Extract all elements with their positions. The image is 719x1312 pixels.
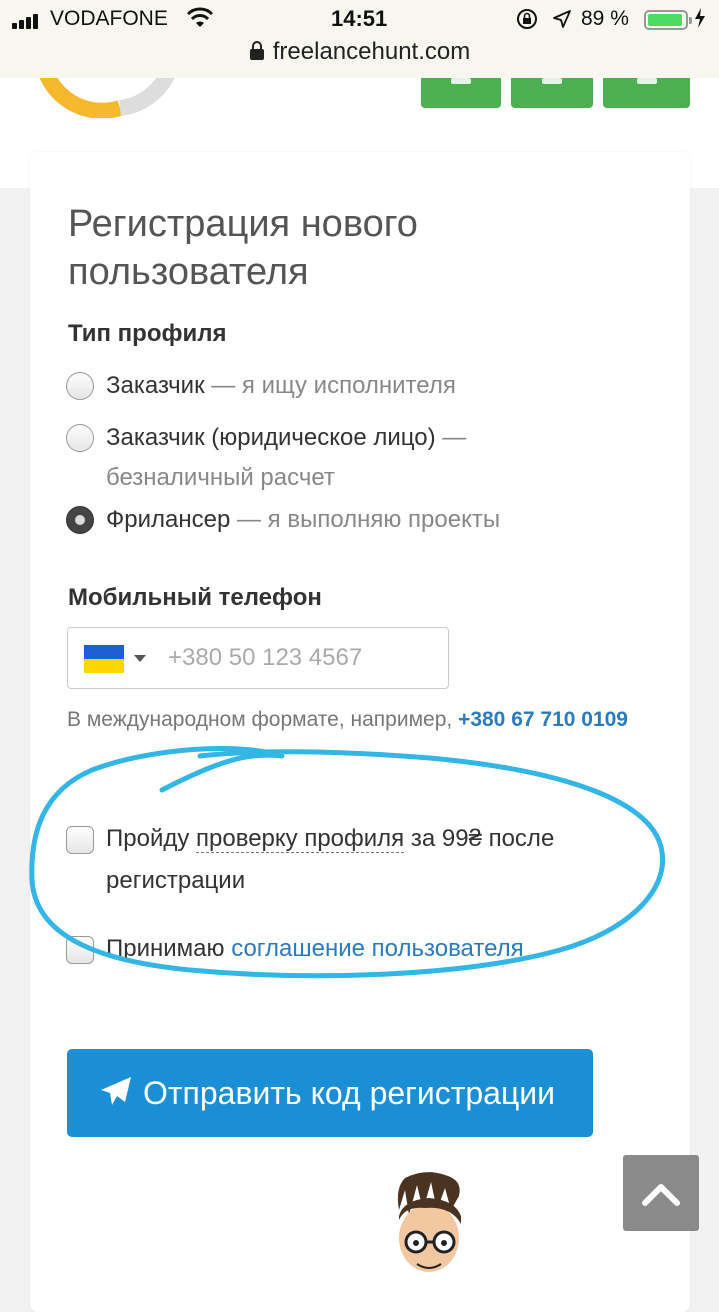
- user-agreement-link[interactable]: соглашение пользователя: [231, 935, 523, 962]
- radio-option-client-company[interactable]: Заказчик (юридическое лицо) — безналичны…: [66, 418, 626, 498]
- phone-label: Мобильный телефон: [68, 584, 322, 611]
- url-text: freelancehunt.com: [272, 38, 471, 65]
- registration-card: Регистрация нового пользователя Тип проф…: [30, 152, 690, 1312]
- send-code-label: Отправить код регистрации: [143, 1075, 556, 1111]
- clock: 14:51: [331, 6, 388, 31]
- radio-button[interactable]: [66, 424, 94, 452]
- chevron-up-icon: [642, 1184, 680, 1206]
- phone-field[interactable]: +380 50 123 4567: [67, 627, 449, 689]
- option-name: Заказчик (юридическое лицо): [106, 424, 436, 451]
- verify-pre: Пройду: [106, 825, 190, 852]
- address-bar[interactable]: freelancehunt.com: [0, 38, 719, 66]
- battery-percent: 89 %: [581, 7, 629, 30]
- phone-hint: В международном формате, например, +380 …: [67, 704, 667, 736]
- page-title: Регистрация нового пользователя: [68, 203, 418, 293]
- verify-profile-checkbox-row[interactable]: Пройду проверку профиля за 99₴ после рег…: [66, 818, 646, 908]
- option-desc: — я ищу исполнителя: [211, 372, 456, 399]
- option-desc: — я выполняю проекты: [236, 506, 501, 533]
- verify-profile-link[interactable]: проверку профиля: [196, 825, 405, 853]
- lock-icon: [249, 41, 264, 60]
- ios-status-bar: VODAFONE 14:51 89 % freelancehunt.com: [0, 0, 719, 78]
- agreement-checkbox[interactable]: [66, 936, 94, 964]
- phone-placeholder: +380 50 123 4567: [168, 644, 363, 671]
- carrier-name: VODAFONE: [50, 7, 168, 30]
- phone-hint-example: +380 67 710 0109: [458, 708, 628, 731]
- profile-type-label: Тип профиля: [68, 320, 227, 347]
- signal-icon: [12, 14, 38, 29]
- agree-pre: Принимаю: [106, 935, 225, 962]
- location-icon: [553, 10, 571, 28]
- paper-plane-icon: [101, 1077, 131, 1105]
- send-code-button[interactable]: Отправить код регистрации: [67, 1049, 593, 1137]
- option-name: Фрилансер: [106, 506, 231, 533]
- rotation-lock-icon: [517, 9, 537, 29]
- radio-option-client[interactable]: Заказчик — я ищу исполнителя: [66, 366, 626, 406]
- mascot-illustration: [394, 1172, 462, 1272]
- radio-button-checked[interactable]: [66, 506, 94, 534]
- scroll-to-top-button[interactable]: [623, 1155, 699, 1231]
- option-name: Заказчик: [106, 372, 205, 399]
- phone-hint-text: В международном формате, например,: [67, 708, 453, 731]
- radio-option-freelancer[interactable]: Фрилансер — я выполняю проекты: [66, 500, 626, 540]
- chevron-down-icon[interactable]: [134, 655, 146, 662]
- verify-profile-checkbox[interactable]: [66, 826, 94, 854]
- ukraine-flag-icon[interactable]: [84, 645, 124, 673]
- battery-icon: [644, 10, 692, 30]
- wifi-icon: [186, 7, 214, 27]
- radio-button[interactable]: [66, 372, 94, 400]
- charging-icon: [695, 8, 705, 28]
- agreement-checkbox-row[interactable]: Принимаю соглашение пользователя: [66, 928, 646, 970]
